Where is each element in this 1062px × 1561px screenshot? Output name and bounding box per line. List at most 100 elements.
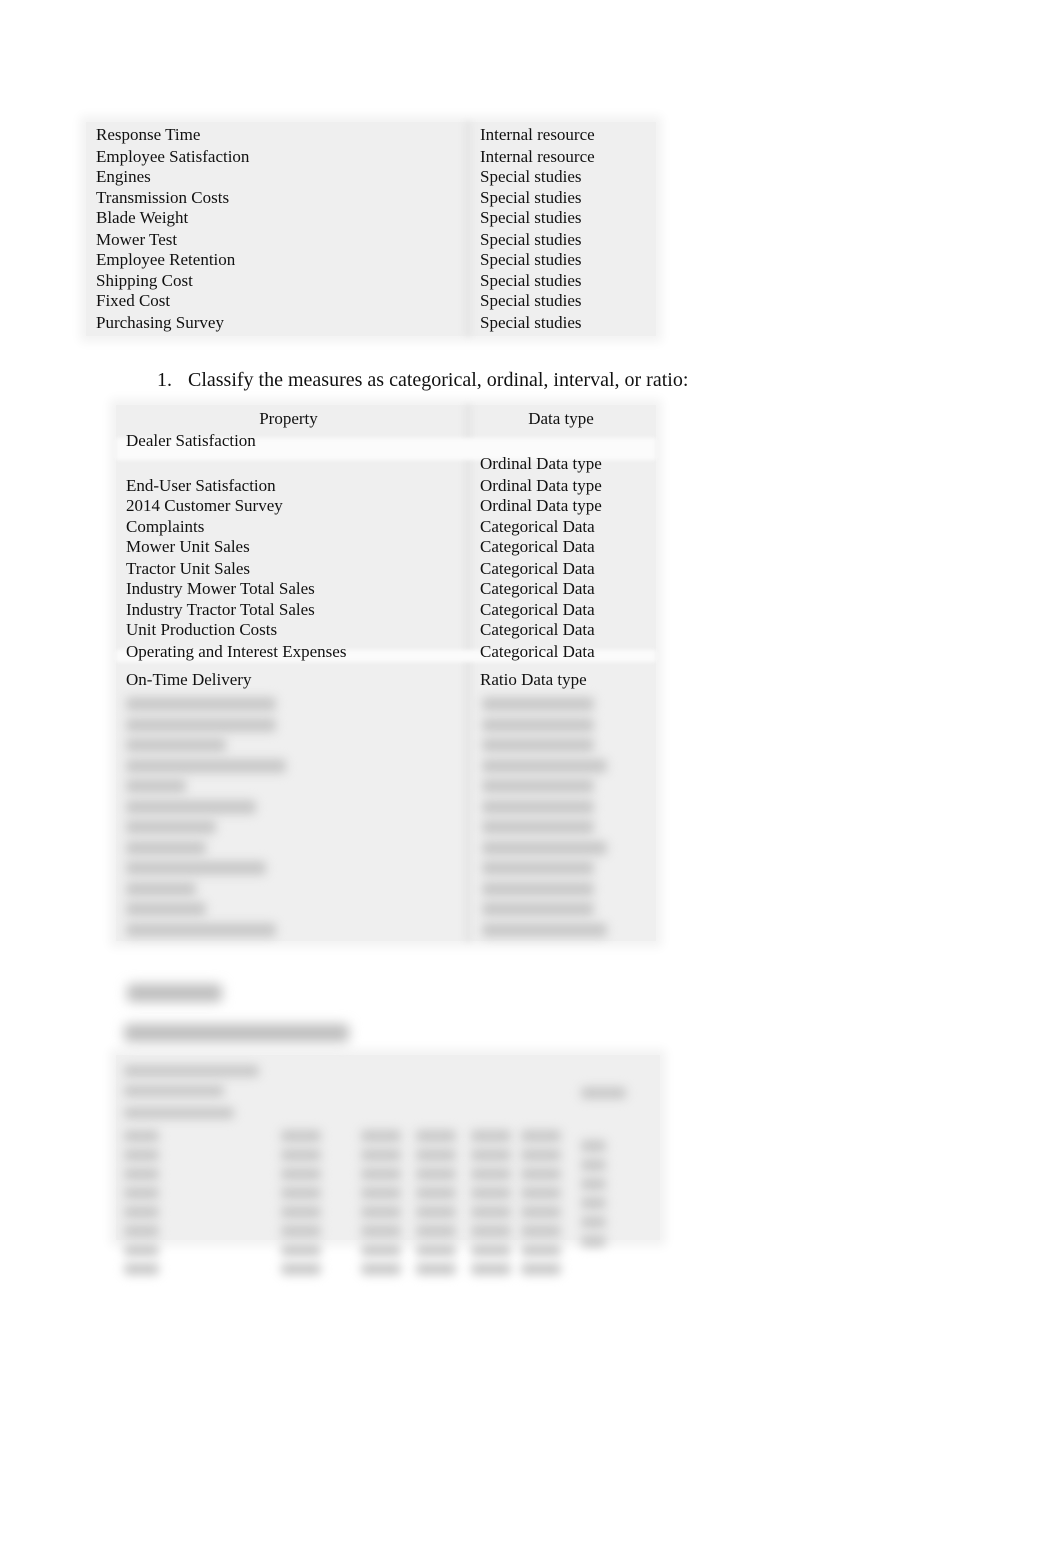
header-data-type: Data type: [528, 409, 594, 428]
property-cell: Operating and Interest Expenses: [126, 642, 347, 661]
data-type-cell: Ratio Data type: [480, 670, 587, 689]
blurred-text: [482, 779, 594, 793]
blurred-text: [471, 1206, 511, 1218]
property-cell: Unit Production Costs: [126, 620, 278, 639]
blurred-text: [471, 1225, 511, 1237]
source-cell: Internal resource: [480, 147, 595, 166]
source-cell: Special studies: [480, 250, 582, 269]
blurred-text: [361, 1130, 401, 1142]
blurred-text: [361, 1168, 401, 1180]
blurred-text: [416, 1244, 456, 1256]
header-property: Property: [259, 409, 318, 428]
measure-cell: Mower Test: [96, 230, 178, 249]
blurred-text: [281, 1130, 321, 1142]
property-cell: Mower Unit Sales: [126, 537, 250, 556]
property-cell: Dealer Satisfaction: [126, 431, 256, 450]
data-type-cell: Categorical Data: [480, 517, 595, 536]
source-cell: Special studies: [480, 313, 582, 332]
blurred-text: [126, 758, 286, 773]
blurred-text: [581, 1087, 626, 1099]
blurred-text: [124, 1168, 159, 1180]
source-cell: Internal resource: [480, 125, 595, 144]
blurred-text: [471, 1263, 511, 1275]
data-type-cell: Categorical Data: [480, 537, 595, 556]
blurred-text: [281, 1263, 321, 1275]
measure-cell: Shipping Cost: [96, 271, 193, 290]
blurred-text: [482, 697, 594, 711]
blurred-text: [126, 820, 216, 834]
blurred-text: [471, 1187, 511, 1199]
blurred-text: [281, 1168, 321, 1180]
blurred-text: [521, 1168, 561, 1180]
data-type-cell: Categorical Data: [480, 600, 595, 619]
blurred-text: [471, 1244, 511, 1256]
blurred-text: [124, 1187, 159, 1199]
blurred-text: [482, 902, 594, 916]
source-cell: Special studies: [480, 230, 582, 249]
blurred-text: [361, 1187, 401, 1199]
blurred-text: [581, 1159, 606, 1171]
blurred-text: [126, 697, 276, 711]
blurred-text: [281, 1225, 321, 1237]
property-cell: Complaints: [126, 517, 205, 536]
column-divider: [464, 122, 472, 336]
blurred-text: [126, 881, 196, 896]
property-cell: Industry Mower Total Sales: [126, 579, 315, 598]
blurred-text: [482, 881, 594, 896]
blurred-text: [126, 922, 276, 937]
blurred-text: [482, 840, 607, 855]
blurred-text: [126, 840, 206, 855]
source-cell: Special studies: [480, 167, 582, 186]
measure-cell: Fixed Cost: [96, 291, 171, 310]
blurred-text: [482, 799, 594, 814]
blurred-text: [124, 1263, 159, 1275]
blurred-text: [471, 1168, 511, 1180]
blurred-text: [581, 1178, 606, 1190]
blurred-text: [521, 1263, 561, 1275]
blurred-text: [416, 1263, 456, 1275]
blurred-text: [416, 1225, 456, 1237]
blurred-text: [281, 1187, 321, 1199]
property-cell: Industry Tractor Total Sales: [126, 600, 315, 619]
blurred-text: [482, 738, 594, 752]
data-type-cell: Categorical Data: [480, 559, 595, 578]
blurred-text: [361, 1206, 401, 1218]
blurred-text: [521, 1130, 561, 1142]
blurred-text: [416, 1168, 456, 1180]
blurred-text: [124, 1244, 159, 1256]
blurred-text: [482, 922, 607, 937]
blurred-text: [126, 861, 266, 875]
property-cell: 2014 Customer Survey: [126, 496, 283, 515]
measure-cell: Employee Retention: [96, 250, 236, 269]
blurred-text: [124, 1149, 159, 1161]
question-number: 1.: [157, 369, 172, 391]
blurred-text: [521, 1206, 561, 1218]
blurred-text: [482, 861, 594, 875]
source-cell: Special studies: [480, 208, 582, 227]
data-type-cell: Categorical Data: [480, 642, 595, 661]
blurred-text: [281, 1149, 321, 1161]
data-type-cell: Categorical Data: [480, 620, 595, 639]
blurred-data-table: [116, 1055, 660, 1275]
blurred-text: [124, 1085, 224, 1097]
measure-cell: Blade Weight: [96, 208, 189, 227]
data-type-cell: Ordinal Data type: [480, 454, 602, 473]
property-cell: Tractor Unit Sales: [126, 559, 251, 578]
blurred-text: [126, 717, 276, 732]
property-cell: End-User Satisfaction: [126, 476, 276, 495]
blurred-text: [581, 1216, 606, 1228]
column-divider: [464, 405, 472, 941]
blurred-text: [281, 1244, 321, 1256]
blurred-subheading: [124, 1024, 349, 1042]
blurred-text: [281, 1206, 321, 1218]
blurred-text: [124, 1225, 159, 1237]
blurred-text: [126, 738, 226, 752]
blurred-text: [482, 820, 594, 834]
blurred-text: [416, 1149, 456, 1161]
blurred-text: [361, 1263, 401, 1275]
measure-cell: Transmission Costs: [96, 188, 230, 207]
blurred-text: [126, 799, 256, 814]
blurred-heading: [127, 984, 222, 1002]
blurred-text: [124, 1130, 159, 1142]
measure-cell: Engines: [96, 167, 151, 186]
